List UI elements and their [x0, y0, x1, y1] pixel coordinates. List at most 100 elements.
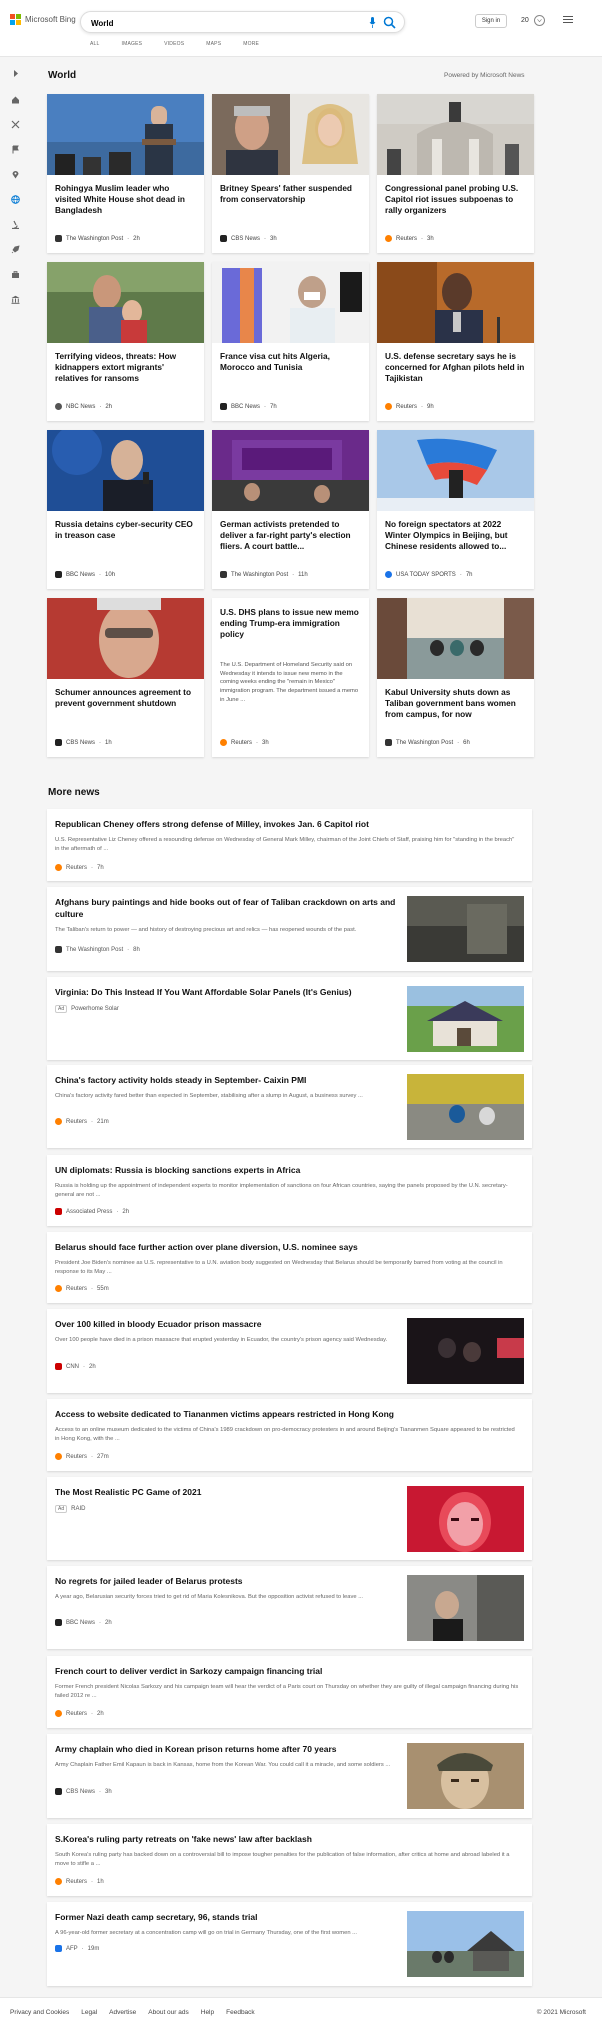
tab-images[interactable]: IMAGES	[122, 41, 143, 47]
news-title[interactable]: UN diplomats: Russia is blocking sanctio…	[55, 1164, 300, 1176]
card-image	[47, 430, 204, 511]
card-title[interactable]: Kabul University shuts down as Taliban g…	[385, 687, 527, 720]
card-title[interactable]: Britney Spears' father suspended from co…	[220, 183, 362, 205]
news-card[interactable]: Congressional panel probing U.S. Capitol…	[377, 94, 534, 253]
footer-link-privacy[interactable]: Privacy and Cookies	[10, 2009, 69, 2016]
news-item[interactable]: Army chaplain who died in Korean prison …	[47, 1734, 532, 1818]
news-thumbnail	[407, 1074, 524, 1140]
rewards-medal-icon[interactable]	[534, 15, 545, 26]
ad-item[interactable]: Virginia: Do This Instead If You Want Af…	[47, 977, 532, 1060]
news-item[interactable]: Belarus should face further action over …	[47, 1232, 532, 1303]
ad-title[interactable]: The Most Realistic PC Game of 2021	[55, 1486, 400, 1498]
news-title[interactable]: S.Korea's ruling party retreats on 'fake…	[55, 1833, 312, 1845]
card-source: Reuters · 3h	[220, 739, 269, 746]
bank-icon[interactable]	[11, 295, 20, 304]
news-item[interactable]: China's factory activity holds steady in…	[47, 1065, 532, 1148]
news-thumbnail	[407, 1911, 524, 1977]
sign-in-button[interactable]: Sign in	[475, 14, 507, 28]
news-title[interactable]: Army chaplain who died in Korean prison …	[55, 1743, 400, 1755]
news-title[interactable]: Republican Cheney offers strong defense …	[55, 818, 369, 830]
source-name: Reuters	[396, 235, 418, 242]
search-icon[interactable]	[383, 16, 396, 29]
card-image	[377, 598, 534, 679]
footer-link-feedback[interactable]: Feedback	[226, 2009, 255, 2016]
news-item[interactable]: Afghans bury paintings and hide books ou…	[47, 887, 532, 971]
news-title[interactable]: Over 100 killed in bloody Ecuador prison…	[55, 1318, 400, 1330]
news-card-text[interactable]: U.S. DHS plans to issue new memo ending …	[212, 598, 369, 757]
footer-link-help[interactable]: Help	[201, 2009, 214, 2016]
rewards-points[interactable]: 20	[521, 17, 529, 24]
card-title[interactable]: Schumer announces agreement to prevent g…	[55, 687, 197, 709]
news-item[interactable]: Former Nazi death camp secretary, 96, st…	[47, 1902, 532, 1986]
news-card[interactable]: Schumer announces agreement to prevent g…	[47, 598, 204, 757]
card-image	[47, 94, 204, 175]
news-card[interactable]: France visa cut hits Algeria, Morocco an…	[212, 262, 369, 421]
news-card[interactable]: Rohingya Muslim leader who visited White…	[47, 94, 204, 253]
menu-icon[interactable]	[563, 16, 573, 24]
news-title[interactable]: China's factory activity holds steady in…	[55, 1074, 400, 1086]
card-age: 10h	[105, 571, 116, 578]
source-name: Reuters	[66, 1285, 88, 1292]
news-item[interactable]: UN diplomats: Russia is blocking sanctio…	[47, 1155, 532, 1226]
card-title[interactable]: Rohingya Muslim leader who visited White…	[55, 183, 197, 216]
source-name: The Washington Post	[396, 739, 454, 746]
card-title[interactable]: No foreign spectators at 2022 Winter Oly…	[385, 519, 527, 552]
news-card[interactable]: Terrifying videos, threats: How kidnappe…	[47, 262, 204, 421]
briefcase-icon[interactable]	[11, 270, 20, 279]
card-title[interactable]: U.S. DHS plans to issue new memo ending …	[220, 607, 362, 640]
source-sep: ·	[127, 235, 130, 242]
news-title[interactable]: French court to deliver verdict in Sarko…	[55, 1665, 322, 1677]
search-box[interactable]	[80, 11, 405, 33]
news-title[interactable]: No regrets for jailed leader of Belarus …	[55, 1575, 400, 1587]
news-card[interactable]: Kabul University shuts down as Taliban g…	[377, 598, 534, 757]
news-item[interactable]: No regrets for jailed leader of Belarus …	[47, 1566, 532, 1649]
tab-maps[interactable]: MAPS	[206, 41, 221, 47]
tab-videos[interactable]: VIDEOS	[164, 41, 184, 47]
footer-link-about-ads[interactable]: About our ads	[148, 2009, 188, 2016]
news-title[interactable]: Belarus should face further action over …	[55, 1241, 358, 1253]
news-card[interactable]: No foreign spectators at 2022 Winter Oly…	[377, 430, 534, 589]
tab-all[interactable]: ALL	[90, 41, 100, 47]
news-card[interactable]: U.S. defense secretary says he is concer…	[377, 262, 534, 421]
footer-link-legal[interactable]: Legal	[81, 2009, 97, 2016]
news-card[interactable]: Britney Spears' father suspended from co…	[212, 94, 369, 253]
map-pin-icon[interactable]	[11, 170, 20, 179]
card-source: Reuters · 3h	[385, 235, 434, 242]
card-title[interactable]: Congressional panel probing U.S. Capitol…	[385, 183, 527, 216]
footer-link-advertise[interactable]: Advertise	[109, 2009, 136, 2016]
news-item[interactable]: Access to website dedicated to Tiananmen…	[47, 1399, 532, 1471]
news-card[interactable]: German activists pretended to deliver a …	[212, 430, 369, 589]
ad-item[interactable]: The Most Realistic PC Game of 2021 Ad RAI…	[47, 1477, 532, 1560]
expand-arrow-icon[interactable]	[11, 69, 20, 78]
search-input[interactable]	[91, 16, 351, 30]
source-sep: ·	[264, 403, 267, 410]
news-item[interactable]: French court to deliver verdict in Sarko…	[47, 1656, 532, 1728]
news-item[interactable]: Republican Cheney offers strong defense …	[47, 809, 532, 881]
card-title[interactable]: Terrifying videos, threats: How kidnappe…	[55, 351, 197, 384]
flag-icon[interactable]	[11, 145, 20, 154]
news-item[interactable]: Over 100 killed in bloody Ecuador prison…	[47, 1309, 532, 1393]
tab-more[interactable]: MORE	[243, 41, 259, 47]
microphone-icon[interactable]	[369, 17, 376, 28]
news-item[interactable]: S.Korea's ruling party retreats on 'fake…	[47, 1824, 532, 1896]
card-title[interactable]: Russia detains cyber-security CEO in tre…	[55, 519, 197, 541]
card-title[interactable]: German activists pretended to deliver a …	[220, 519, 362, 552]
bing-logo[interactable]: Microsoft Bing	[10, 14, 76, 25]
crossed-arrows-icon[interactable]	[11, 120, 20, 129]
news-title[interactable]: Former Nazi death camp secretary, 96, st…	[55, 1911, 400, 1923]
news-summary: Army Chaplain Father Emil Kapaun is back…	[55, 1762, 391, 1768]
card-title[interactable]: U.S. defense secretary says he is concer…	[385, 351, 527, 384]
source-sep: ·	[91, 1118, 94, 1125]
globe-icon[interactable]	[11, 195, 20, 204]
card-source: CBS News · 3h	[220, 235, 277, 242]
source-logo-icon	[55, 1710, 62, 1717]
news-title[interactable]: Access to website dedicated to Tiananmen…	[55, 1408, 394, 1420]
card-title[interactable]: France visa cut hits Algeria, Morocco an…	[220, 351, 362, 373]
ad-title[interactable]: Virginia: Do This Instead If You Want Af…	[55, 986, 400, 998]
home-icon[interactable]	[11, 95, 20, 104]
news-title[interactable]: Afghans bury paintings and hide books ou…	[55, 896, 400, 920]
news-card[interactable]: Russia detains cyber-security CEO in tre…	[47, 430, 204, 589]
microscope-icon[interactable]	[11, 220, 20, 229]
rocket-icon[interactable]	[11, 245, 20, 254]
news-summary: U.S. Representative Liz Cheney offered a…	[55, 837, 515, 852]
